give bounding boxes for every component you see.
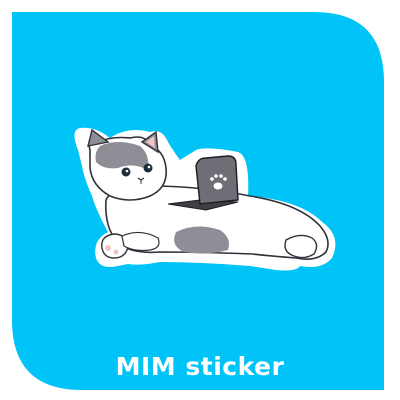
cat-tail	[284, 234, 318, 259]
laptop-screen	[195, 155, 239, 205]
sticker-product-image: MIM sticker	[0, 0, 400, 400]
eye-highlight	[125, 169, 129, 173]
eye-highlight	[147, 165, 151, 169]
paw-pad	[105, 245, 111, 251]
cat-eye-right	[143, 163, 153, 173]
cat-eye-left	[121, 167, 131, 177]
brand-label: MIM sticker	[115, 352, 285, 381]
sticker-artwork	[12, 12, 384, 390]
paw-pad	[113, 249, 119, 255]
cat-front-leg	[121, 231, 160, 252]
